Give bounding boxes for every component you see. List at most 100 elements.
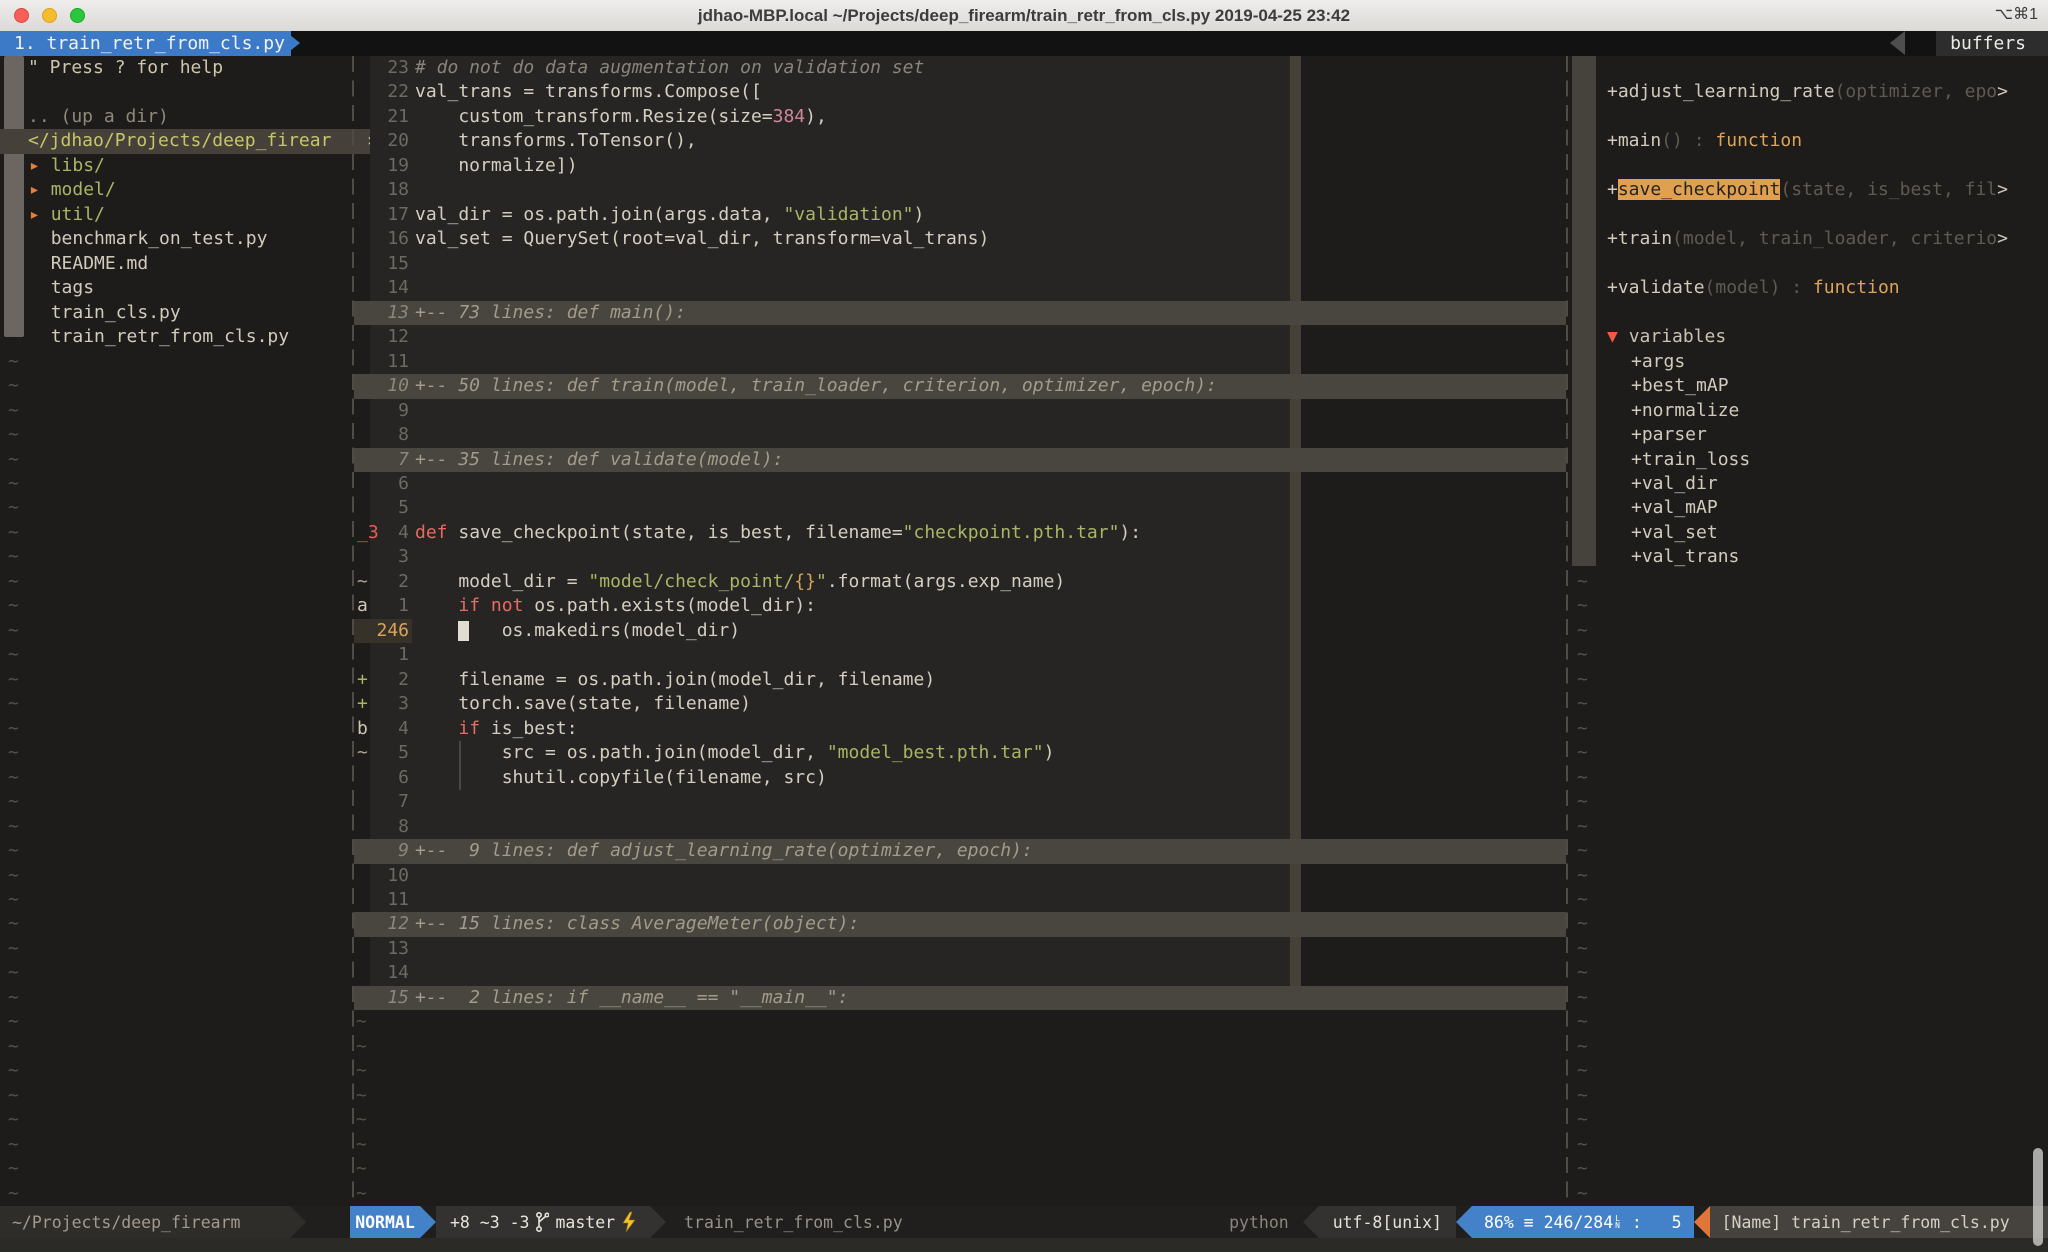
code-line[interactable]: 23# do not do data augmentation on valid… <box>354 56 1566 80</box>
empty-line-tilde: ~ <box>1568 937 2048 961</box>
close-window-button[interactable] <box>14 8 29 23</box>
minimize-window-button[interactable] <box>42 8 57 23</box>
tagbar-entry[interactable]: ▼ variables <box>1568 325 2048 349</box>
tree-item-dir[interactable]: ▸ libs/ <box>0 154 381 178</box>
zoom-window-button[interactable] <box>70 8 85 23</box>
code-line[interactable]: 7 <box>354 790 1566 814</box>
tagbar-entry[interactable]: +train_loss <box>1568 448 2048 472</box>
empty-line-tilde: ~ <box>1568 1059 2048 1083</box>
empty-line-tilde: ~ <box>0 986 360 1010</box>
code-segment: main <box>1618 130 1661 151</box>
code-segment: val_set = QuerySet(root=val_dir, transfo… <box>415 228 989 249</box>
code-segment: ) <box>914 204 925 225</box>
tagbar-entry[interactable]: +validate(model) : function <box>1568 276 2048 300</box>
tagbar-entry[interactable]: +best_mAP <box>1568 374 2048 398</box>
code-line[interactable]: 14 <box>354 276 1566 300</box>
code-segment: + <box>1607 228 1618 249</box>
code-line[interactable]: 20 transforms.ToTensor(), <box>354 129 1566 153</box>
tagbar-entry[interactable]: +save_checkpoint(state, is_best, fil> <box>1568 178 2048 202</box>
empty-line-tilde: ~ <box>1568 815 2048 839</box>
code-line[interactable]: 15 <box>354 252 1566 276</box>
tree-item-dir[interactable]: ▸ model/ <box>0 178 381 202</box>
tagbar-entry[interactable]: +val_dir <box>1568 472 2048 496</box>
code-line[interactable]: 6 <box>354 472 1566 496</box>
tagbar-entry[interactable]: +args <box>1568 350 2048 374</box>
code-line[interactable]: _3 4def save_checkpoint(state, is_best, … <box>354 521 1566 545</box>
code-line[interactable]: + 3 torch.save(state, filename) <box>354 692 1566 716</box>
sign-column: _3 <box>354 521 376 545</box>
code-line[interactable]: 17val_dir = os.path.join(args.data, "val… <box>354 203 1566 227</box>
tagbar-entry[interactable]: +train(model, train_loader, criterio> <box>1568 227 2048 251</box>
tagbar-statusline: [Name] train_retr_from_cls.py <box>1710 1206 2048 1238</box>
tagbar-entry[interactable]: +val_mAP <box>1568 496 2048 520</box>
code-line[interactable]: 6 shutil.copyfile(filename, src) <box>354 766 1566 790</box>
code-line[interactable]: 21 custom_transform.Resize(size=384), <box>354 105 1566 129</box>
code-segment: train <box>1618 228 1672 249</box>
code-line[interactable]: a 1 if not os.path.exists(model_dir): <box>354 594 1566 618</box>
empty-line-tilde: ~ <box>354 1182 1568 1206</box>
code-line[interactable]: + 2 filename = os.path.join(model_dir, f… <box>354 668 1566 692</box>
code-line[interactable]: 8 <box>354 815 1566 839</box>
tagbar-entry[interactable]: +adjust_learning_rate(optimizer, epo> <box>1568 80 2048 104</box>
tab-train-retr-from-cls[interactable]: 1. train_retr_from_cls.py <box>0 31 291 56</box>
tree-item-dir[interactable]: ▸ util/ <box>0 203 381 227</box>
code-line[interactable]: b 4 if is_best: <box>354 717 1566 741</box>
tree-item-file[interactable]: train_cls.py <box>0 301 381 325</box>
empty-line-tilde: ~ <box>1568 717 2048 741</box>
code-line[interactable]: 22val_trans = transforms.Compose([ <box>354 80 1566 104</box>
line-text: shutil.copyfile(filename, src) <box>415 767 827 788</box>
dir-collapsed-arrow-icon: ▸ <box>29 179 51 200</box>
code-line[interactable]: 12 <box>354 325 1566 349</box>
code-line[interactable]: 19 normalize]) <box>354 154 1566 178</box>
tagbar-entry[interactable]: +main() : function <box>1568 129 2048 153</box>
code-line[interactable]: 10 <box>354 864 1566 888</box>
empty-line-tilde: ~ <box>0 399 360 423</box>
code-line[interactable]: 3 <box>354 545 1566 569</box>
empty-line-tilde: ~ <box>1568 1157 2048 1181</box>
mode-indicator: NORMAL <box>350 1206 420 1238</box>
tagbar-entry[interactable]: +val_trans <box>1568 545 2048 569</box>
code-line[interactable]: 14 <box>354 961 1566 985</box>
code-line[interactable]: 246 os.makedirs(model_dir) <box>354 619 1566 643</box>
code-line[interactable]: 8 <box>354 423 1566 447</box>
code-line[interactable]: ~ 2 model_dir = "model/check_point/{}".f… <box>354 570 1566 594</box>
buffers-label[interactable]: buffers <box>1936 31 2048 56</box>
line-number: 18 <box>376 178 409 202</box>
line-number: 6 <box>376 766 409 790</box>
tree-item-file[interactable]: README.md <box>0 252 381 276</box>
tree-item-file[interactable]: train_retr_from_cls.py <box>0 325 381 349</box>
code-line[interactable]: ~ 5 src = os.path.join(model_dir, "model… <box>354 741 1566 765</box>
tree-item-file[interactable]: benchmark_on_test.py <box>0 227 381 251</box>
tagbar-entry[interactable]: +parser <box>1568 423 2048 447</box>
code-line[interactable]: 11 <box>354 350 1566 374</box>
nerdtree-up-dir[interactable]: .. (up a dir) <box>0 105 380 129</box>
macos-scrollbar[interactable] <box>2033 1148 2043 1246</box>
tagbar-entry[interactable]: +val_set <box>1568 521 2048 545</box>
code-line[interactable]: 16val_set = QuerySet(root=val_dir, trans… <box>354 227 1566 251</box>
folded-code-line[interactable]: 15+-- 2 lines: if __name__ == "__main__"… <box>354 986 1566 1010</box>
line-text: torch.save(state, filename) <box>415 693 751 714</box>
code-line[interactable]: 13 <box>354 937 1566 961</box>
code-line[interactable]: 1 <box>354 643 1566 667</box>
folded-code-line[interactable]: 7+-- 35 lines: def validate(model): <box>354 448 1566 472</box>
code-segment: torch.save(state, filename) <box>415 693 751 714</box>
dir-collapsed-arrow-icon: ▸ <box>29 155 51 176</box>
code-segment: </jdhao/Projects/deep_firear <box>28 130 331 151</box>
code-segment <box>29 228 51 249</box>
code-segment <box>415 718 458 739</box>
empty-line-tilde: ~ <box>0 594 360 618</box>
code-line[interactable]: 11 <box>354 888 1566 912</box>
folded-code-line[interactable]: 10+-- 50 lines: def train(model, train_l… <box>354 374 1566 398</box>
tree-item-file[interactable]: tags <box>0 276 381 300</box>
line-number: 1 <box>376 643 409 667</box>
folded-code-line[interactable]: 12+-- 15 lines: class AverageMeter(objec… <box>354 912 1566 936</box>
folded-code-line[interactable]: 13+-- 73 lines: def main(): <box>354 301 1566 325</box>
folded-code-line[interactable]: 9+-- 9 lines: def adjust_learning_rate(o… <box>354 839 1566 863</box>
nerdtree-root[interactable]: </jdhao/Projects/deep_firear› <box>0 129 380 153</box>
scroll-percent: 86% <box>1484 1213 1514 1232</box>
code-line[interactable]: 5 <box>354 496 1566 520</box>
line-number: 8 <box>376 815 409 839</box>
tagbar-entry[interactable]: +normalize <box>1568 399 2048 423</box>
code-line[interactable]: 18 <box>354 178 1566 202</box>
code-line[interactable]: 9 <box>354 399 1566 423</box>
